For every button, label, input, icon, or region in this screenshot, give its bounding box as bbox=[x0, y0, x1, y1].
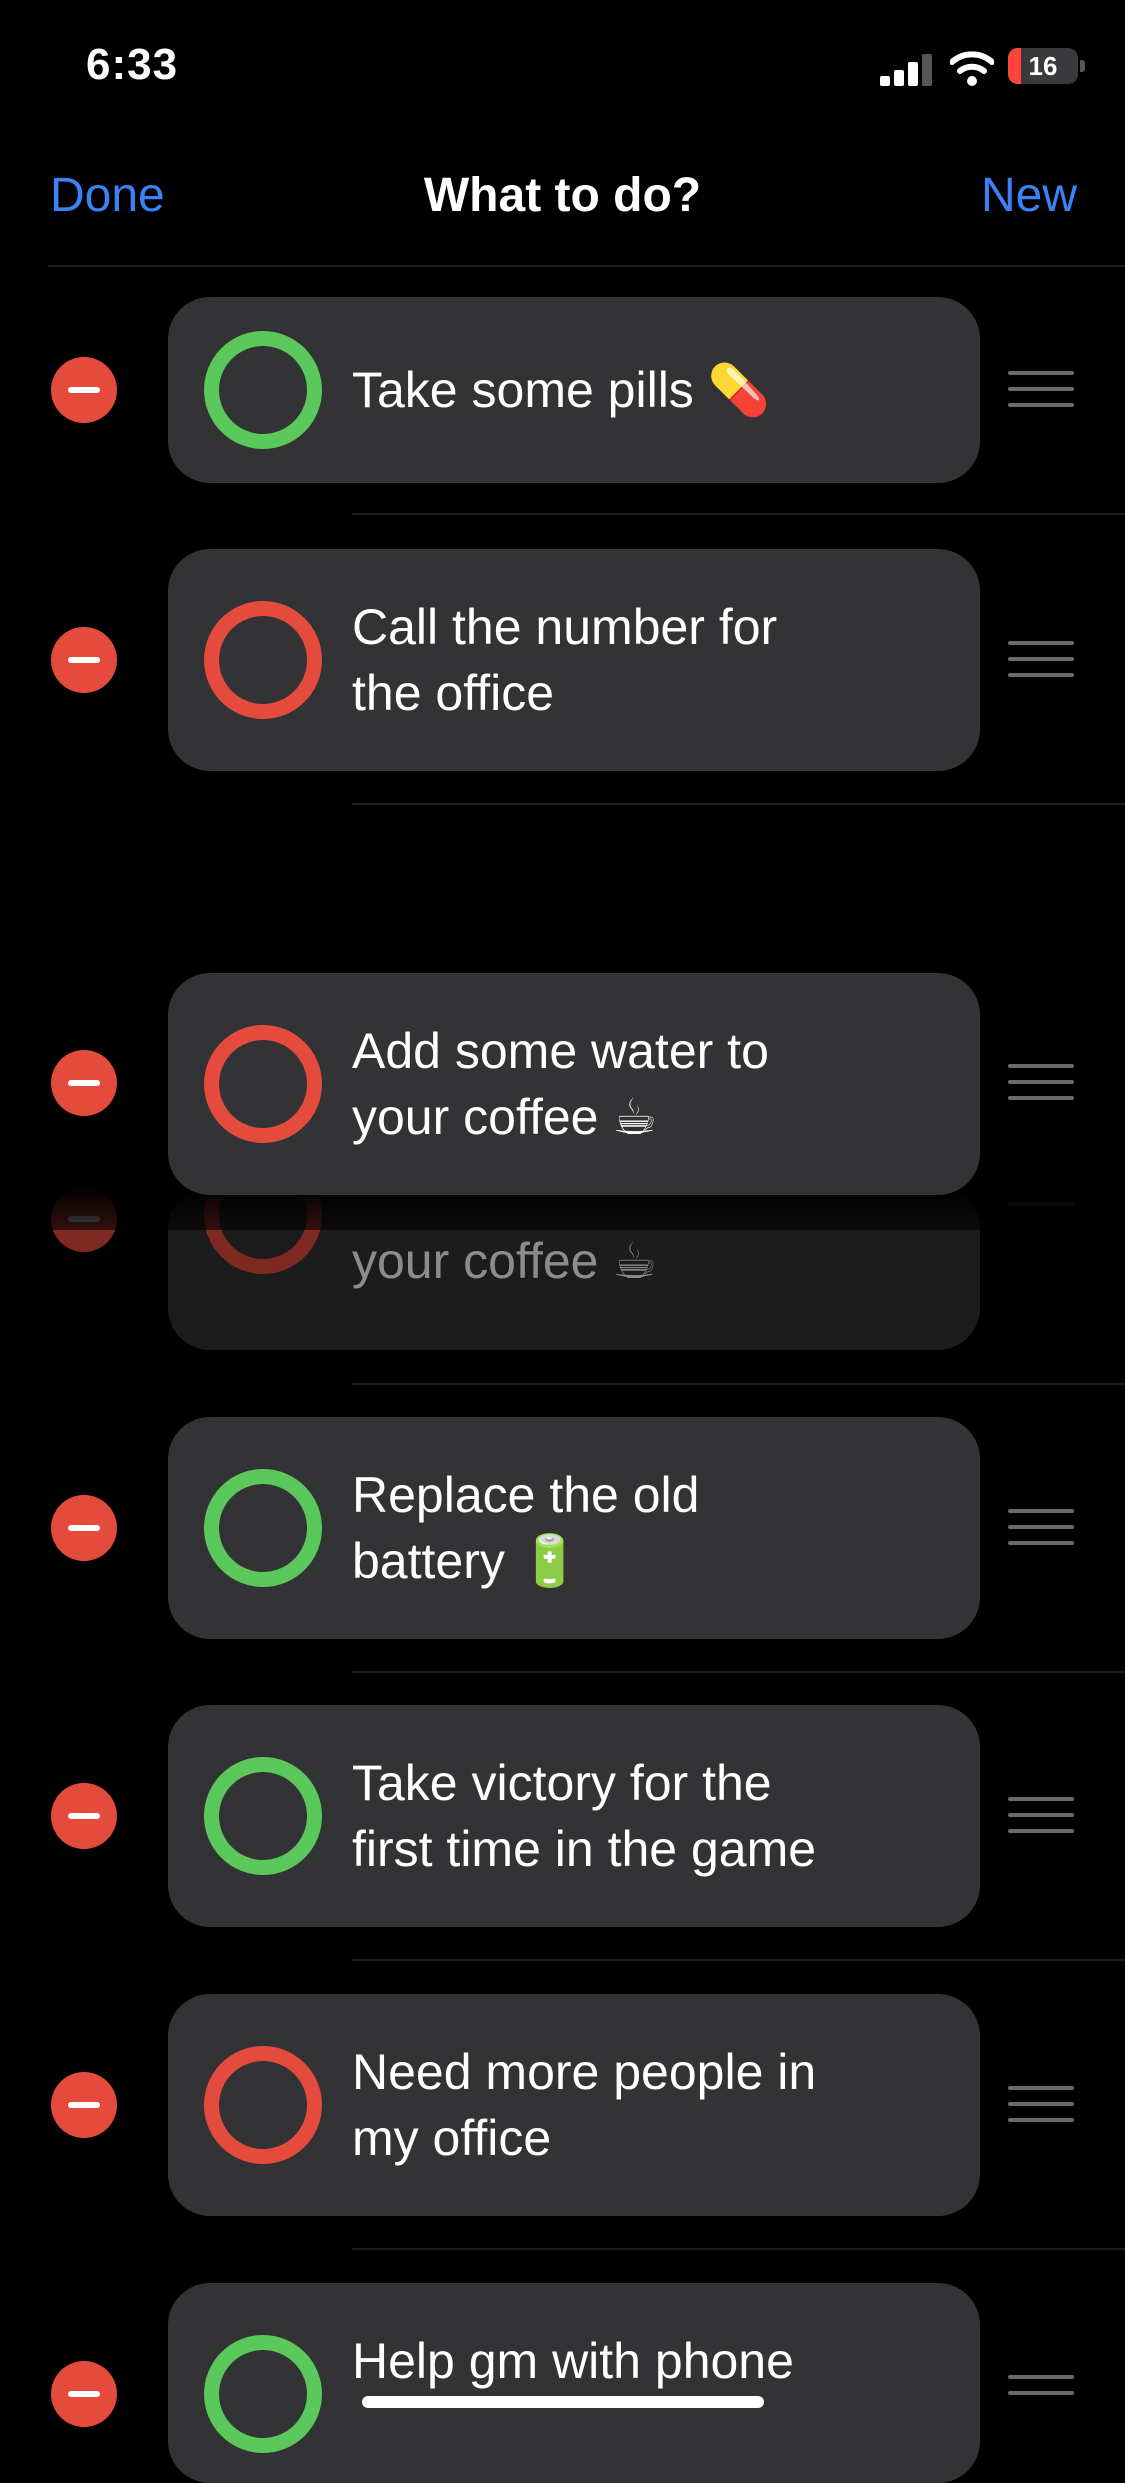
delete-button[interactable] bbox=[51, 2072, 117, 2138]
row-divider bbox=[352, 803, 1125, 805]
list-item[interactable]: Take victory for the first time in the g… bbox=[168, 1705, 980, 1927]
delete-button[interactable] bbox=[51, 357, 117, 423]
reorder-handle-icon[interactable] bbox=[1008, 1509, 1074, 1549]
reorder-handle-icon[interactable] bbox=[1008, 2086, 1074, 2126]
status-circle-icon[interactable] bbox=[204, 1469, 322, 1587]
reorder-handle-icon[interactable] bbox=[1008, 371, 1074, 411]
status-time: 6:33 bbox=[86, 40, 179, 89]
page-title: What to do? bbox=[423, 169, 702, 222]
delete-button[interactable] bbox=[51, 627, 117, 693]
item-label: Call the number for the office bbox=[352, 599, 778, 721]
status-circle-icon[interactable] bbox=[204, 331, 322, 449]
battery-level: 16 bbox=[1028, 51, 1058, 81]
item-label: Replace the old battery 🔋 bbox=[352, 1467, 700, 1589]
delete-button[interactable] bbox=[51, 1783, 117, 1849]
item-label: Need more people in my office bbox=[352, 2044, 817, 2166]
row-divider bbox=[352, 2248, 1125, 2250]
delete-button[interactable] bbox=[51, 1495, 117, 1561]
delete-button[interactable] bbox=[51, 1050, 117, 1116]
new-button[interactable]: New bbox=[981, 168, 1077, 223]
row-divider bbox=[352, 1671, 1125, 1673]
list-item[interactable]: Help gm with phone bbox=[168, 2283, 980, 2483]
done-button[interactable]: Done bbox=[50, 168, 165, 223]
row-divider bbox=[352, 1959, 1125, 1961]
home-indicator[interactable] bbox=[362, 2396, 764, 2408]
row-divider bbox=[352, 513, 1125, 515]
list-item-dragging[interactable]: Add some water to your coffee ☕ bbox=[168, 973, 980, 1195]
status-circle-icon[interactable] bbox=[204, 2335, 322, 2453]
nav-divider bbox=[48, 265, 1125, 267]
status-circle-icon[interactable] bbox=[204, 601, 322, 719]
item-label: Take some pills 💊 bbox=[352, 362, 770, 418]
reorder-handle-icon[interactable] bbox=[1008, 2375, 1074, 2415]
reorder-handle-icon[interactable] bbox=[1008, 1797, 1074, 1837]
status-circle-icon[interactable] bbox=[204, 2046, 322, 2164]
list-item[interactable]: Take some pills 💊 bbox=[168, 297, 980, 483]
row-divider bbox=[352, 1383, 1125, 1385]
reorder-handle-icon[interactable] bbox=[1008, 641, 1074, 681]
status-circle-icon[interactable] bbox=[204, 1757, 322, 1875]
status-circle-icon[interactable] bbox=[204, 1025, 322, 1143]
wifi-icon bbox=[950, 51, 994, 86]
cellular-signal-icon bbox=[880, 52, 934, 86]
item-label: Take victory for the first time in the g… bbox=[352, 1755, 817, 1877]
item-label: your coffee ☕ bbox=[352, 1233, 658, 1289]
list-item[interactable]: Need more people in my office bbox=[168, 1994, 980, 2216]
list-item[interactable]: Replace the old battery 🔋 bbox=[168, 1417, 980, 1639]
item-label: Add some water to your coffee ☕ bbox=[352, 1023, 769, 1145]
reorder-handle-icon[interactable] bbox=[1008, 1064, 1074, 1104]
delete-button[interactable] bbox=[51, 2361, 117, 2427]
battery-tip bbox=[1080, 60, 1085, 72]
list-item[interactable]: Call the number for the office bbox=[168, 549, 980, 771]
battery-icon: 16 bbox=[1008, 48, 1078, 84]
item-label: Help gm with phone bbox=[352, 2333, 794, 2389]
